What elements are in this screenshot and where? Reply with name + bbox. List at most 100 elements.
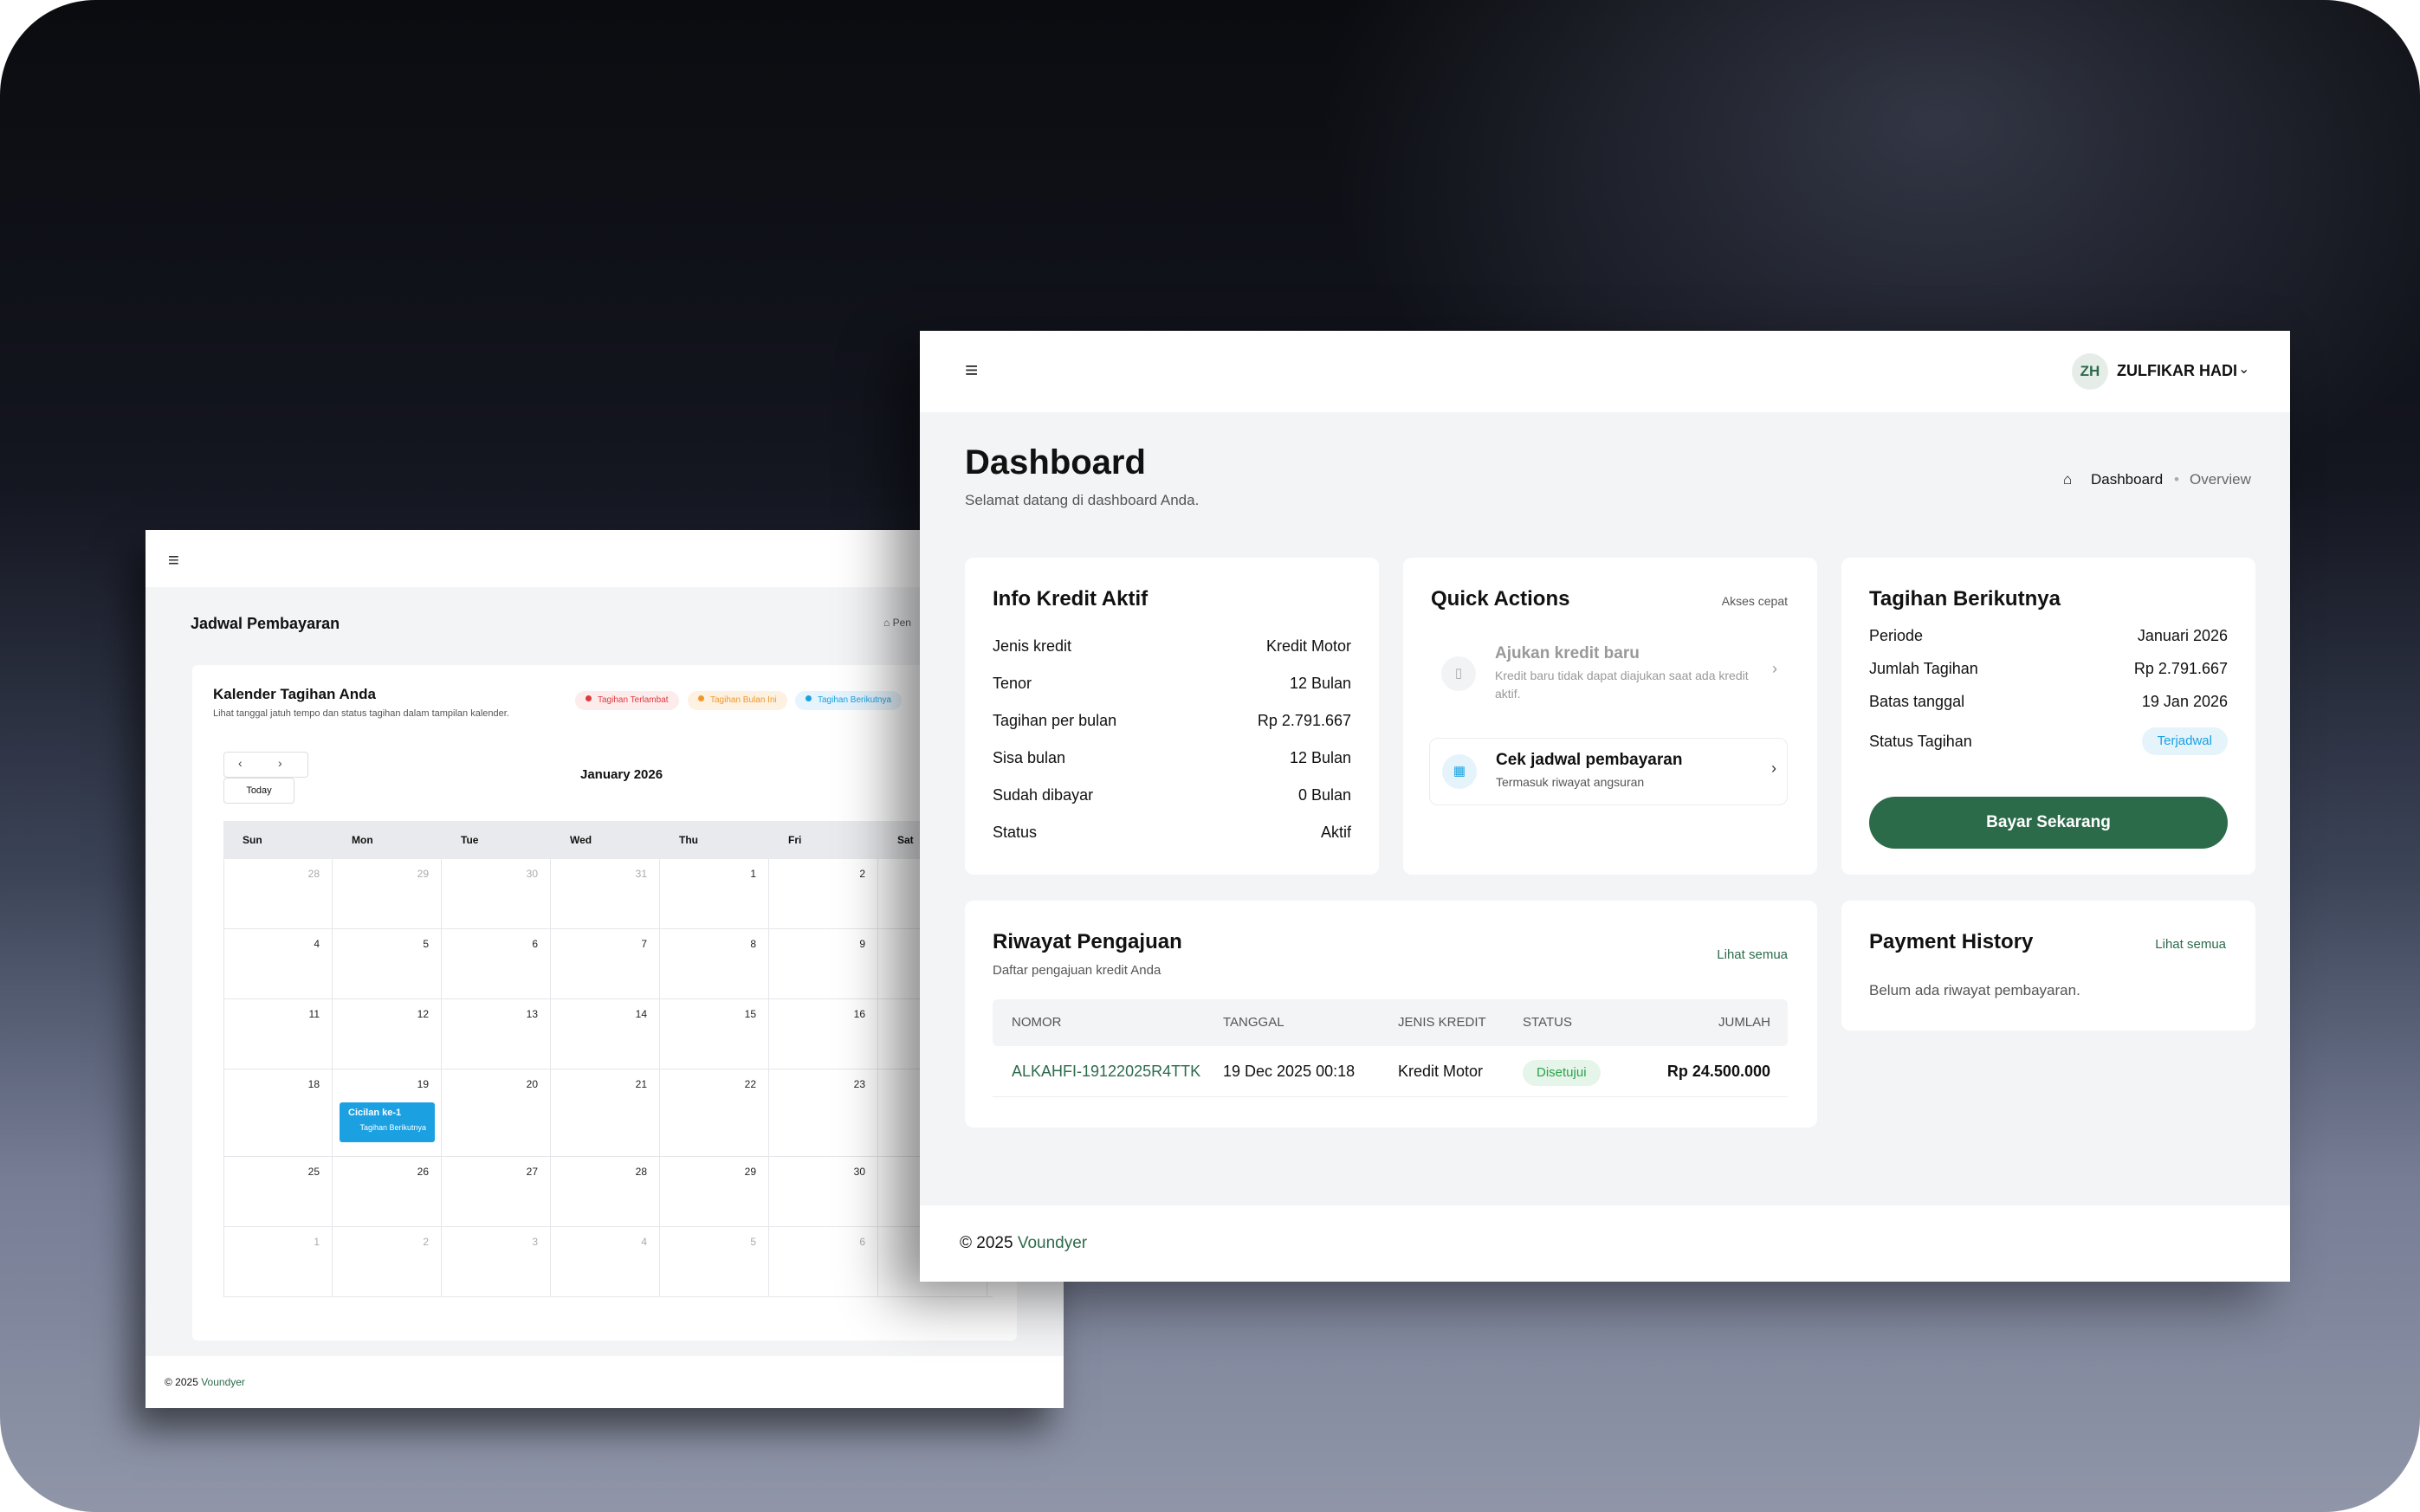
calendar-day[interactable]: 28 bbox=[223, 859, 333, 928]
see-all-link[interactable]: Lihat semua bbox=[1717, 947, 1788, 962]
calendar-day[interactable]: 5 bbox=[660, 1227, 769, 1296]
day-number: 2 bbox=[423, 1236, 429, 1248]
kv-row: Status Aktif bbox=[993, 824, 1351, 844]
calendar-day[interactable]: 4 bbox=[223, 929, 333, 998]
apply-credit-action[interactable]: ▯ Ajukan kredit baru Kredit baru tidak d… bbox=[1429, 641, 1788, 715]
kv-row: Sudah dibayar 0 Bulan bbox=[993, 786, 1351, 807]
calendar-day[interactable]: 31 bbox=[551, 859, 660, 928]
calendar-day[interactable]: 12 bbox=[333, 999, 442, 1069]
card-title: Riwayat Pengajuan bbox=[993, 930, 1182, 953]
calendar-day[interactable]: 27 bbox=[442, 1157, 551, 1226]
calendar-day[interactable]: 13 bbox=[442, 999, 551, 1069]
dashboard-window: ≡ ZH ZULFIKAR HADI ⌄ Dashboard Selamat d… bbox=[920, 331, 2290, 1282]
pay-now-button[interactable]: Bayar Sekarang bbox=[1869, 797, 2228, 849]
calendar-day[interactable]: 14 bbox=[551, 999, 660, 1069]
legend-late: Tagihan Terlambat bbox=[575, 691, 679, 710]
calendar-day[interactable]: 16 bbox=[769, 999, 878, 1069]
calendar-day[interactable]: 5 bbox=[333, 929, 442, 998]
calendar-day[interactable]: 1 bbox=[660, 859, 769, 928]
application-history-card: Riwayat Pengajuan Daftar pengajuan kredi… bbox=[965, 901, 1817, 1128]
weekday-label: Thu bbox=[679, 834, 698, 846]
calendar-day[interactable]: 29 bbox=[333, 859, 442, 928]
footer-copyright: © 2025 bbox=[165, 1376, 202, 1388]
day-number: 28 bbox=[635, 1166, 647, 1178]
column-header: JUMLAH bbox=[1718, 1015, 1770, 1030]
breadcrumb-dashboard[interactable]: Dashboard bbox=[2091, 471, 2163, 488]
application-number-link[interactable]: ALKAHFI-19122025R4TTK bbox=[993, 1046, 1223, 1096]
calendar-breadcrumb[interactable]: ⌂ Pen bbox=[883, 617, 911, 629]
kv-row: Tenor 12 Bulan bbox=[993, 675, 1351, 695]
see-all-link[interactable]: Lihat semua bbox=[2155, 937, 2226, 952]
cell-credit-type: Kredit Motor bbox=[1398, 1063, 1484, 1080]
day-number: 1 bbox=[314, 1236, 320, 1248]
chevron-left-icon[interactable]: ‹ bbox=[238, 756, 243, 770]
calendar-day[interactable]: 29 bbox=[660, 1157, 769, 1226]
calendar-day[interactable]: 22 bbox=[660, 1069, 769, 1156]
day-number: 21 bbox=[635, 1078, 647, 1090]
calendar-day[interactable]: 8 bbox=[660, 929, 769, 998]
kv-value: Rp 2.791.667 bbox=[2133, 660, 2228, 677]
calendar-card-title: Kalender Tagihan Anda bbox=[213, 686, 376, 702]
screenshot-frame: ≡ Jadwal Pembayaran ⌂ Pen Kalender Tagih… bbox=[0, 0, 2420, 1512]
calendar-day[interactable]: 20 bbox=[442, 1069, 551, 1156]
chevron-down-icon[interactable]: ⌄ bbox=[2238, 360, 2249, 378]
calendar-day[interactable]: 25 bbox=[223, 1157, 333, 1226]
page-subtitle: Selamat datang di dashboard Anda. bbox=[965, 492, 1200, 508]
day-number: 12 bbox=[417, 1008, 429, 1020]
calendar-day[interactable]: 9 bbox=[769, 929, 878, 998]
calendar-day[interactable]: 18 bbox=[223, 1069, 333, 1156]
calendar-day[interactable]: 6 bbox=[442, 929, 551, 998]
table-row[interactable]: ALKAHFI-19122025R4TTK 19 Dec 2025 00:18 … bbox=[993, 1046, 1788, 1097]
chevron-right-icon[interactable]: › bbox=[278, 756, 282, 770]
calendar-week: 18 19 Cicilan ke-1 Tagihan Berikutnya 20… bbox=[223, 1069, 993, 1157]
calendar-day[interactable]: 1 bbox=[223, 1227, 333, 1296]
home-icon[interactable]: ⌂ bbox=[2063, 471, 2072, 488]
check-schedule-action[interactable]: ▦ Cek jadwal pembayaran Termasuk riwayat… bbox=[1429, 738, 1788, 805]
menu-icon[interactable]: ≡ bbox=[965, 357, 978, 384]
calendar-week: 4 5 6 7 8 9 10 bbox=[223, 929, 993, 999]
menu-icon[interactable]: ≡ bbox=[168, 549, 179, 572]
column-header: TANGGAL bbox=[1223, 1015, 1284, 1030]
calendar-day[interactable]: 15 bbox=[660, 999, 769, 1069]
calendar-day[interactable]: 30 bbox=[769, 1157, 878, 1226]
day-number: 29 bbox=[744, 1166, 756, 1178]
calendar-day[interactable]: 4 bbox=[551, 1227, 660, 1296]
event-subtitle: Tagihan Berikutnya bbox=[359, 1123, 426, 1132]
calendar-day[interactable]: 26 bbox=[333, 1157, 442, 1226]
user-name[interactable]: ZULFIKAR HADI bbox=[2117, 362, 2237, 380]
calendar-grid: Sun Mon Tue Wed Thu Fri Sat 28 29 30 31 … bbox=[223, 821, 993, 1297]
legend-this-month: Tagihan Bulan Ini bbox=[688, 691, 787, 710]
calendar-day[interactable]: 2 bbox=[333, 1227, 442, 1296]
calendar-day[interactable]: 21 bbox=[551, 1069, 660, 1156]
avatar[interactable]: ZH bbox=[2072, 353, 2108, 390]
day-number: 23 bbox=[853, 1078, 865, 1090]
today-button[interactable]: Today bbox=[223, 778, 294, 804]
calendar-day[interactable]: 11 bbox=[223, 999, 333, 1069]
calendar-day[interactable]: 2 bbox=[769, 859, 878, 928]
calendar-event[interactable]: Cicilan ke-1 Tagihan Berikutnya bbox=[340, 1102, 435, 1142]
next-bill-card: Tagihan Berikutnya Periode Januari 2026 J… bbox=[1841, 558, 2255, 875]
legend-next: Tagihan Berikutnya bbox=[795, 691, 903, 710]
page-title: Dashboard bbox=[965, 443, 1146, 481]
card-title: Info Kredit Aktif bbox=[993, 587, 1149, 611]
calendar-month-label: January 2026 bbox=[580, 767, 663, 782]
action-title: Cek jadwal pembayaran bbox=[1496, 751, 1683, 769]
day-number: 22 bbox=[744, 1078, 756, 1090]
calendar-day[interactable]: 28 bbox=[551, 1157, 660, 1226]
calendar-day[interactable]: 30 bbox=[442, 859, 551, 928]
chevron-right-icon: › bbox=[1772, 660, 1777, 677]
calendar-day[interactable]: 23 bbox=[769, 1069, 878, 1156]
day-number: 9 bbox=[859, 938, 865, 950]
calendar-day[interactable]: 6 bbox=[769, 1227, 878, 1296]
footer-brand-link[interactable]: Voundyer bbox=[201, 1376, 245, 1388]
day-number: 13 bbox=[526, 1008, 538, 1020]
calendar-day[interactable]: 19 Cicilan ke-1 Tagihan Berikutnya bbox=[333, 1069, 442, 1156]
calendar-day[interactable]: 7 bbox=[551, 929, 660, 998]
calendar-day[interactable]: 3 bbox=[442, 1227, 551, 1296]
kv-label: Status bbox=[993, 824, 1038, 841]
applications-table: NOMOR TANGGAL JENIS KREDIT STATUS JUMLAH… bbox=[993, 999, 1788, 1097]
calendar-week: 1 2 3 4 5 6 7 bbox=[223, 1227, 993, 1297]
calendar-week: 11 12 13 14 15 16 17 bbox=[223, 999, 993, 1069]
event-title: Cicilan ke-1 bbox=[348, 1108, 402, 1118]
footer-brand-link[interactable]: Voundyer bbox=[1018, 1234, 1087, 1252]
